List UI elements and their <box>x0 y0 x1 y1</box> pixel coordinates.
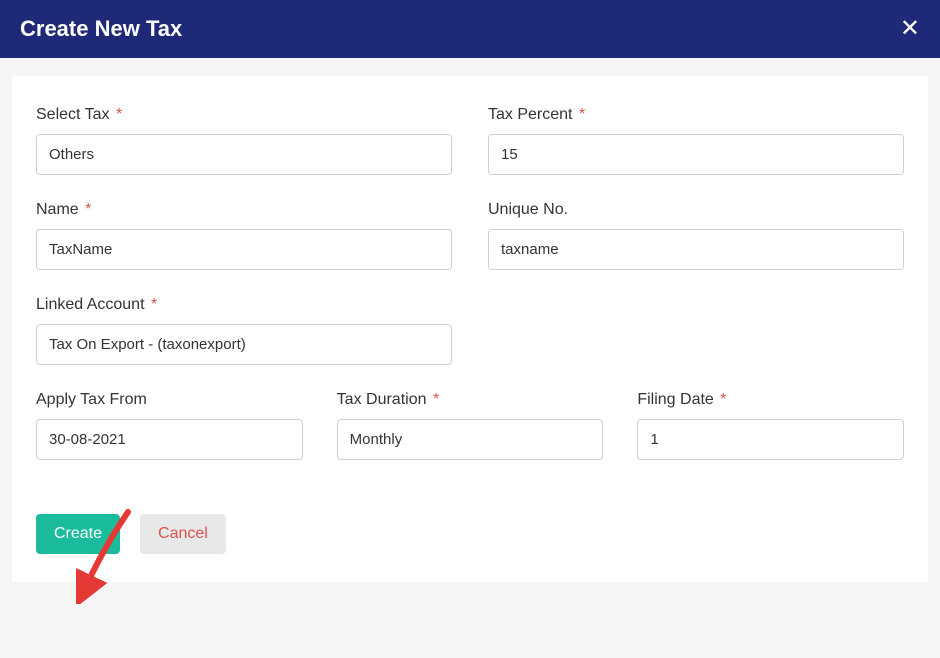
select-tax-input[interactable] <box>36 134 452 175</box>
unique-no-label: Unique No. <box>488 201 904 219</box>
filing-date-input[interactable] <box>637 419 904 460</box>
linked-account-label: Linked Account * <box>36 296 452 314</box>
tax-duration-input[interactable] <box>337 419 604 460</box>
tax-percent-label: Tax Percent * <box>488 106 904 124</box>
filing-date-label: Filing Date * <box>637 391 904 409</box>
linked-account-input[interactable] <box>36 324 452 365</box>
name-input[interactable] <box>36 229 452 270</box>
modal-body: Select Tax * Tax Percent * Name * <box>12 76 928 582</box>
modal-title: Create New Tax <box>20 16 182 42</box>
create-button[interactable]: Create <box>36 514 120 554</box>
apply-tax-from-input[interactable] <box>36 419 303 460</box>
close-icon[interactable]: ✕ <box>900 17 920 41</box>
select-tax-label: Select Tax * <box>36 106 452 124</box>
unique-no-input[interactable] <box>488 229 904 270</box>
cancel-button[interactable]: Cancel <box>140 514 226 554</box>
modal-header: Create New Tax ✕ <box>0 0 940 58</box>
name-label: Name * <box>36 201 452 219</box>
tax-duration-label: Tax Duration * <box>337 391 604 409</box>
apply-tax-from-label: Apply Tax From <box>36 391 303 409</box>
tax-percent-input[interactable] <box>488 134 904 175</box>
